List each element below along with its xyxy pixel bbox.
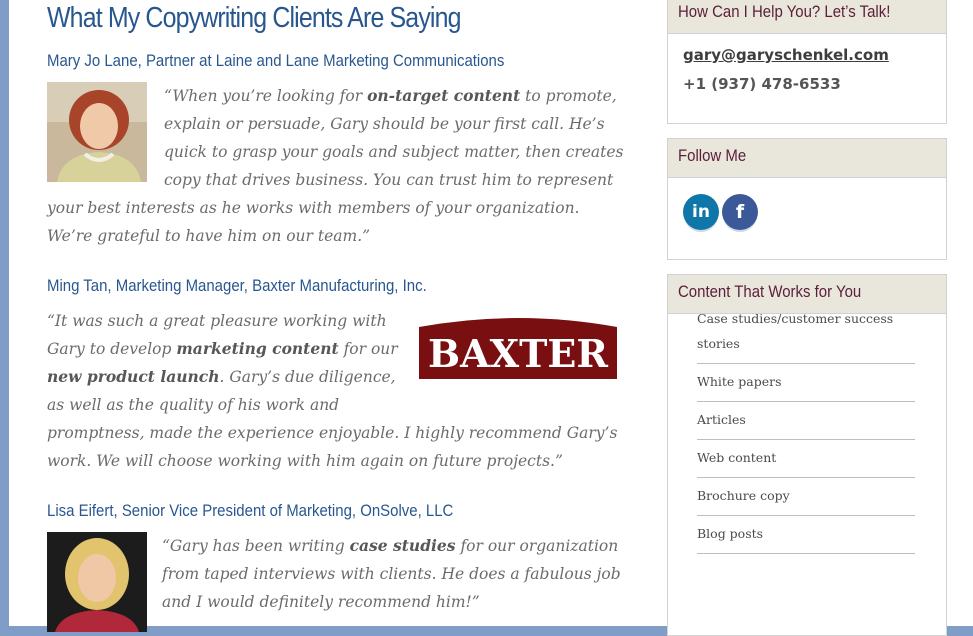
page: What My Copywriting Clients Are Saying M… bbox=[9, 0, 973, 636]
linkedin-icon[interactable]: in bbox=[683, 194, 719, 230]
quote-line: “When you’re looking for on-target conte… bbox=[164, 86, 617, 105]
content-item-white-papers[interactable]: White papers bbox=[697, 364, 915, 402]
follow-widget: Follow Me in f bbox=[667, 138, 947, 260]
quote-emphasis: new product launch bbox=[47, 367, 220, 386]
email-link[interactable]: gary@garyschenkel.com bbox=[683, 46, 889, 64]
testimonial-attribution: Lisa Eifert, Senior Vice President of Ma… bbox=[47, 501, 454, 520]
quote-emphasis: on-target content bbox=[367, 86, 521, 105]
quote-line: from taped interviews with clients. He d… bbox=[162, 565, 621, 583]
contact-widget-title: How Can I Help You? Let’s Talk! bbox=[668, 0, 946, 34]
page-title: What My Copywriting Clients Are Saying bbox=[47, 2, 462, 34]
content-widget: Content That Works for You Case studies/… bbox=[667, 274, 947, 636]
baxter-logo-text: BAXTER bbox=[428, 331, 608, 376]
lisa-eifert-photo bbox=[47, 532, 147, 632]
quote-line: as well as the quality of his work and bbox=[47, 396, 340, 414]
testimonial-quote: “Gary has been writing case studies for … bbox=[162, 532, 621, 616]
mary-jo-lane-photo bbox=[47, 82, 147, 182]
content-item-case-studies[interactable]: Case studies/customer success stories bbox=[697, 301, 915, 364]
quote-line: copy that drives business. You can trust… bbox=[164, 171, 614, 189]
quote-emphasis: marketing content bbox=[176, 339, 339, 358]
phone-number: +1 (937) 478-6533 bbox=[683, 75, 841, 93]
quote-line: your best interests as he works with mem… bbox=[47, 199, 580, 217]
content-item-brochure-copy[interactable]: Brochure copy bbox=[697, 478, 915, 516]
quote-line: explain or persuade, Gary should be your… bbox=[164, 115, 605, 133]
testimonial-attribution: Mary Jo Lane, Partner at Laine and Lane … bbox=[47, 51, 505, 70]
quote-line: quick to grasp your goals and subject ma… bbox=[164, 143, 624, 161]
contact-widget: How Can I Help You? Let’s Talk! gary@gar… bbox=[667, 0, 947, 124]
content-type-list: Case studies/customer success stories Wh… bbox=[697, 301, 915, 554]
content-item-articles[interactable]: Articles bbox=[697, 402, 915, 440]
quote-line: and I would definitely recommend him!” bbox=[162, 593, 480, 611]
testimonial-quote-part: your best interests as he works with mem… bbox=[47, 194, 580, 250]
testimonial-quote-part: “When you’re looking for on-target conte… bbox=[164, 82, 624, 194]
quote-line: We’re grateful to have him on our team.” bbox=[47, 227, 371, 245]
quote-line: “Gary has been writing case studies for … bbox=[162, 536, 619, 555]
quote-line: work. We will choose working with him ag… bbox=[47, 452, 563, 470]
baxter-logo: BAXTER bbox=[419, 318, 617, 379]
quote-emphasis: case studies bbox=[349, 536, 456, 555]
quote-line: promptness, made the experience enjoyabl… bbox=[47, 424, 618, 442]
testimonial-attribution: Ming Tan, Marketing Manager, Baxter Manu… bbox=[47, 276, 427, 295]
content-item-blog-posts[interactable]: Blog posts bbox=[697, 516, 915, 554]
facebook-icon[interactable]: f bbox=[722, 194, 758, 230]
content-item-web-content[interactable]: Web content bbox=[697, 440, 915, 478]
follow-widget-title: Follow Me bbox=[668, 139, 946, 178]
